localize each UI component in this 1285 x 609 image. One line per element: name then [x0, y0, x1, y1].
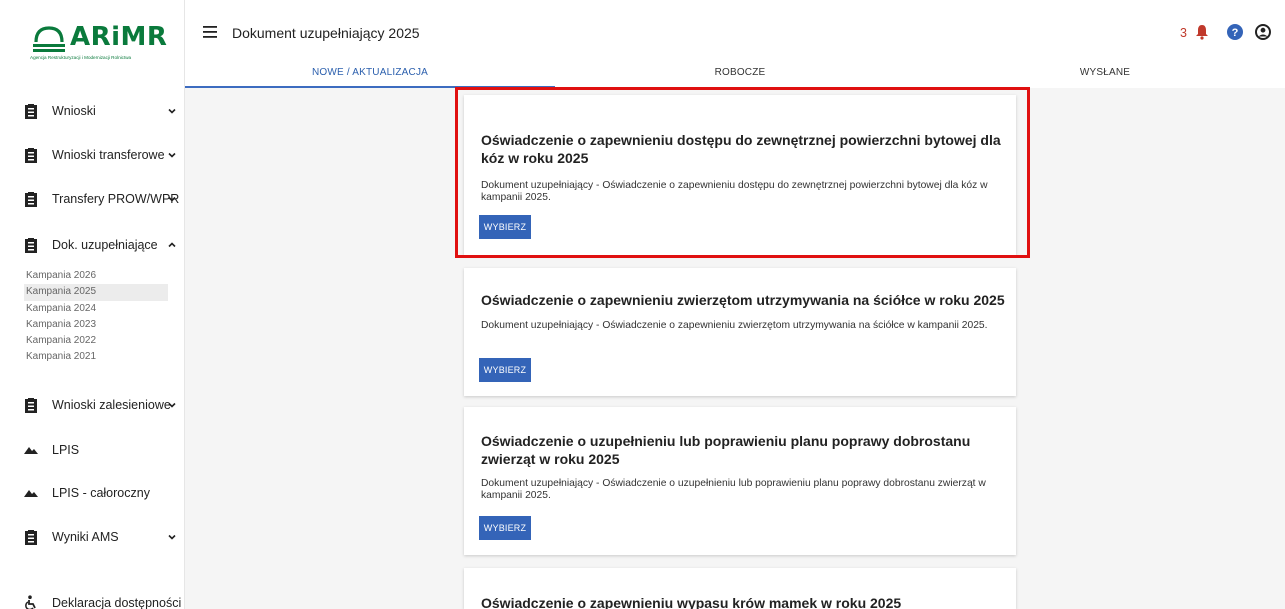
clipboard-icon — [25, 398, 37, 413]
sidebar-item-transfery[interactable]: Transfery PROW/WPR — [0, 181, 185, 217]
chevron-down-icon — [168, 108, 176, 114]
document-card: Oświadczenie o zapewnieniu zwierzętom ut… — [464, 268, 1016, 396]
clipboard-icon — [25, 530, 37, 545]
logo-name: ARiMR — [70, 22, 168, 52]
active-tab-indicator — [185, 86, 555, 88]
sidebar-item-label: Dok. uzupełniające — [52, 238, 158, 252]
sidebar-item-wnioski-transferowe[interactable]: Wnioski transferowe — [0, 137, 185, 173]
bell-icon[interactable] — [1195, 24, 1209, 40]
page-title: Dokument uzupełniający 2025 — [232, 25, 420, 41]
sidebar-item-label: Wnioski zalesieniowe — [52, 398, 171, 412]
sidebar-item-wnioski[interactable]: Wnioski — [0, 93, 185, 129]
document-card: Oświadczenie o zapewnieniu wypasu krów m… — [464, 568, 1016, 609]
sidebar: ARiMR Agencja Restrukturyzacji i Moderni… — [0, 0, 185, 609]
sidebar-item-label: Wnioski transferowe — [52, 148, 165, 162]
user-icon[interactable] — [1255, 24, 1271, 40]
sidebar-item-lpis-caloroczny[interactable]: LPIS - całoroczny — [0, 475, 185, 511]
card-title: Oświadczenie o uzupełnieniu lub poprawie… — [481, 433, 971, 467]
card-title: Oświadczenie o zapewnieniu dostępu do ze… — [481, 132, 1001, 166]
sidebar-item-label: LPIS - całoroczny — [52, 486, 150, 500]
submenu-item-kampania-2022[interactable]: Kampania 2022 — [24, 333, 168, 349]
card-title: Oświadczenie o zapewnieniu wypasu krów m… — [481, 595, 902, 609]
submenu-item-kampania-2021[interactable]: Kampania 2021 — [24, 349, 168, 365]
sidebar-item-wyniki-ams[interactable]: Wyniki AMS — [0, 519, 185, 555]
submenu-item-kampania-2023[interactable]: Kampania 2023 — [24, 317, 168, 333]
arimr-logo[interactable]: ARiMR Agencja Restrukturyzacji i Moderni… — [30, 20, 170, 70]
sidebar-item-label: Wyniki AMS — [52, 530, 119, 544]
chevron-up-icon — [168, 242, 176, 248]
svg-text:?: ? — [1232, 27, 1239, 39]
tab-robocze[interactable]: ROBOCZE — [555, 67, 925, 78]
help-icon[interactable]: ? — [1227, 24, 1243, 40]
mountain-icon — [24, 490, 38, 497]
top-header: Dokument uzupełniający 2025 3 ? NOWE / A… — [185, 0, 1285, 88]
sidebar-item-label: Deklaracja dostępności — [52, 596, 182, 609]
mountain-icon — [24, 447, 38, 454]
tab-wyslane[interactable]: WYSŁANE — [925, 67, 1285, 78]
chevron-down-icon — [168, 152, 176, 158]
submenu-item-kampania-2025[interactable]: Kampania 2025 — [24, 284, 168, 301]
campaign-submenu: Kampania 2026 Kampania 2025 Kampania 202… — [24, 268, 168, 366]
sidebar-item-label: Wnioski — [52, 104, 96, 118]
card-description: Dokument uzupełniający - Oświadczenie o … — [481, 180, 988, 203]
select-button[interactable]: WYBIERZ — [479, 358, 531, 382]
arimr-logo-icon — [33, 26, 65, 52]
document-card: Oświadczenie o zapewnieniu dostępu do ze… — [464, 95, 1016, 255]
document-card: Oświadczenie o uzupełnieniu lub poprawie… — [464, 407, 1016, 555]
menu-icon[interactable] — [203, 26, 217, 38]
logo-subtitle: Agencja Restrukturyzacji i Modernizacji … — [30, 55, 132, 60]
clipboard-icon — [25, 104, 37, 119]
tab-nowe-aktualizacja[interactable]: NOWE / AKTUALIZACJA — [185, 67, 555, 78]
sidebar-item-lpis[interactable]: LPIS — [0, 432, 185, 468]
chevron-down-icon — [168, 402, 176, 408]
card-description: Dokument uzupełniający - Oświadczenie o … — [481, 320, 988, 331]
clipboard-icon — [25, 148, 37, 163]
sidebar-item-label: LPIS — [52, 443, 80, 457]
select-button[interactable]: WYBIERZ — [479, 215, 531, 239]
submenu-item-kampania-2024[interactable]: Kampania 2024 — [24, 301, 168, 317]
select-button[interactable]: WYBIERZ — [479, 516, 531, 540]
accessibility-icon — [25, 595, 36, 609]
submenu-item-kampania-2026[interactable]: Kampania 2026 — [24, 268, 168, 284]
chevron-down-icon — [168, 196, 176, 202]
card-description: Dokument uzupełniający - Oświadczenie o … — [481, 478, 986, 501]
sidebar-item-wnioski-zalesieniowe[interactable]: Wnioski zalesieniowe — [0, 387, 185, 423]
clipboard-icon — [25, 192, 37, 207]
clipboard-icon — [25, 238, 37, 253]
notification-count[interactable]: 3 — [1180, 26, 1187, 40]
sidebar-item-deklaracja-dostepnosci[interactable]: Deklaracja dostępności — [0, 585, 185, 609]
sidebar-item-label: Transfery PROW/WPR — [52, 192, 180, 206]
sidebar-item-dok-uzupelniajace[interactable]: Dok. uzupełniające — [0, 227, 185, 263]
chevron-down-icon — [168, 534, 176, 540]
card-title: Oświadczenie o zapewnieniu zwierzętom ut… — [481, 292, 1005, 308]
